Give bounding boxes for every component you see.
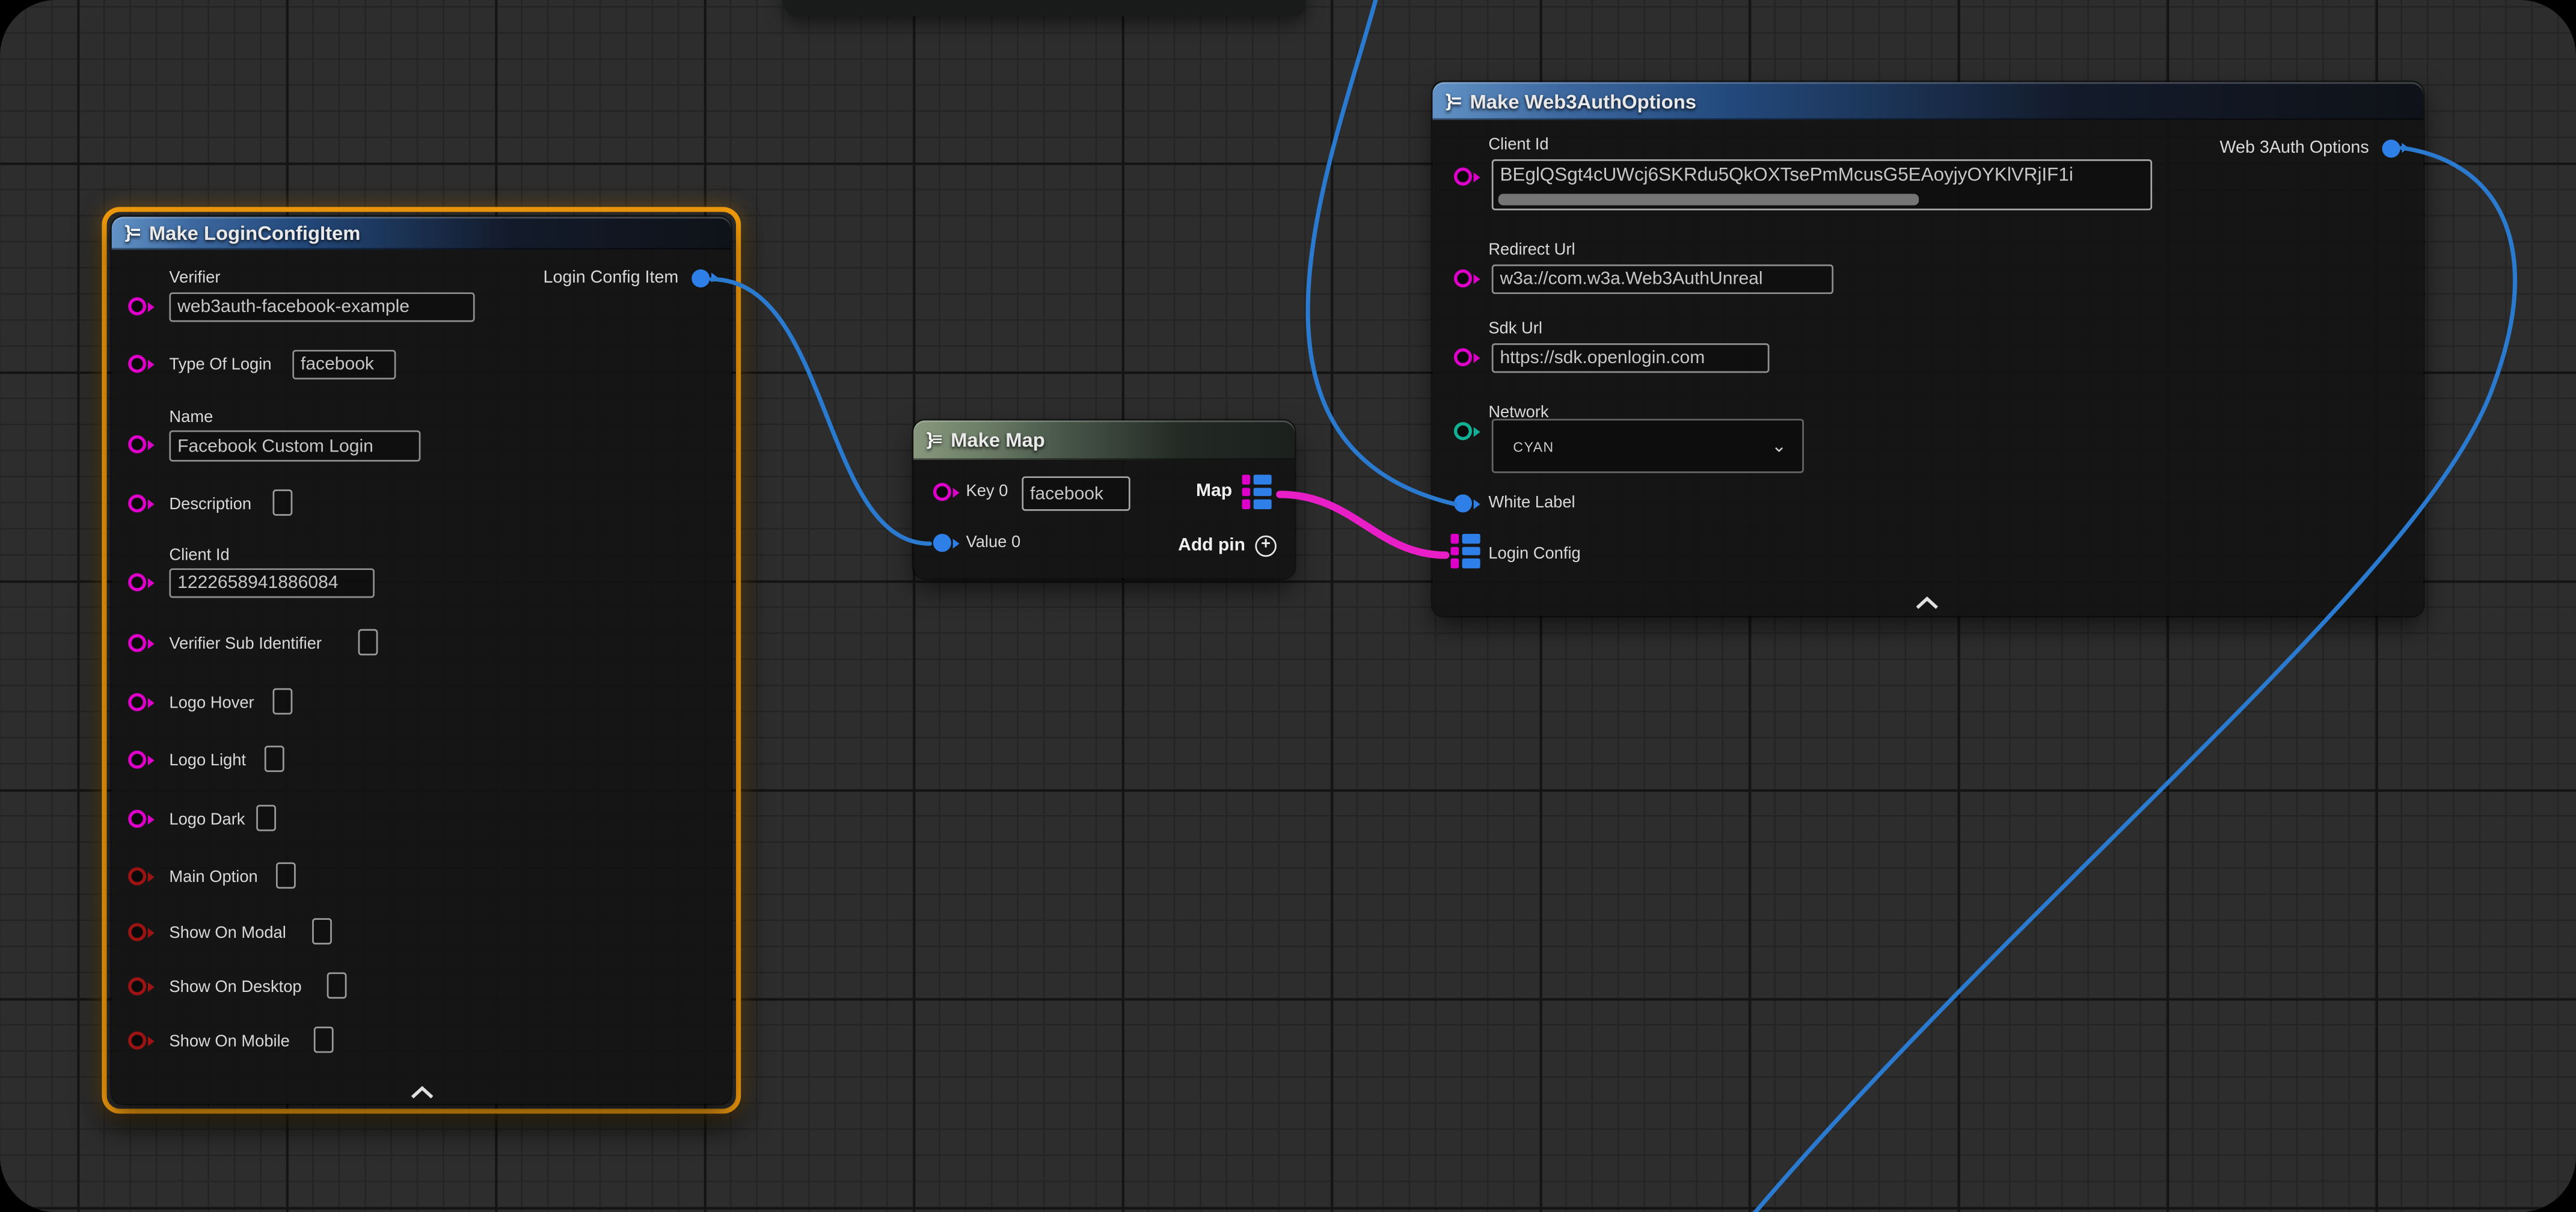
client-id-value: BEglQSgt4cUWcj6SKRdu5QkOXTsePmMcusG5EAoy…	[1500, 166, 2073, 186]
logo-light-field[interactable]	[265, 745, 284, 772]
map-output-pin[interactable]	[1242, 475, 1271, 509]
description-pin[interactable]	[128, 494, 155, 512]
logo-dark-field[interactable]	[256, 805, 276, 831]
show-on-desktop-checkbox[interactable]	[327, 972, 347, 999]
key-0-pin[interactable]	[933, 483, 960, 501]
description-field[interactable]	[273, 489, 293, 516]
show-on-modal-pin[interactable]	[128, 923, 155, 941]
verifier-sub-identifier-pin[interactable]	[128, 634, 155, 652]
value-0-pin[interactable]	[933, 534, 960, 552]
wire-login-config-item-to-value0[interactable]	[711, 279, 930, 543]
node-title: Make LoginConfigItem	[149, 222, 361, 245]
logo-dark-pin[interactable]	[128, 810, 155, 828]
login-config-pin[interactable]	[1450, 534, 1479, 568]
node-header[interactable]: }≡ Make Map	[913, 420, 1295, 460]
chevron-up-icon	[412, 1088, 432, 1097]
pin-label: Sdk Url	[1488, 319, 1542, 340]
show-on-modal-checkbox[interactable]	[312, 918, 332, 944]
collapse-node-button[interactable]	[411, 1077, 434, 1091]
chevron-down-icon: ⌄	[1771, 435, 1788, 457]
type-of-login-pin[interactable]	[128, 355, 155, 373]
pin-label: Show On Mobile	[169, 1032, 289, 1053]
pin-label: White Label	[1488, 493, 1575, 515]
add-pin-plus-icon: +	[1255, 534, 1277, 556]
name-pin[interactable]	[128, 435, 155, 453]
network-pin[interactable]	[1454, 422, 1480, 440]
sdk-url-pin[interactable]	[1454, 348, 1480, 366]
pin-label: Login Config	[1488, 543, 1580, 565]
add-pin-button[interactable]: Add pin +	[1178, 530, 1277, 560]
white-label-pin[interactable]	[1454, 494, 1480, 512]
logo-light-pin[interactable]	[128, 751, 155, 769]
node-make-web3authoptions[interactable]: }= Make Web3AuthOptions Web 3Auth Option…	[1432, 82, 2423, 616]
pin-label: Verifier Sub Identifier	[169, 634, 322, 656]
network-selected-value: CYAN	[1513, 438, 1554, 454]
field-scrollbar[interactable]	[1498, 194, 1919, 205]
verifier-field[interactable]: web3auth-facebook-example	[169, 292, 474, 322]
client-id-pin[interactable]	[128, 574, 155, 592]
node-header[interactable]: }= Make LoginConfigItem	[112, 217, 731, 250]
pin-label: Verifier	[169, 268, 220, 289]
logo-hover-field[interactable]	[273, 688, 293, 715]
pin-label: Client Id	[169, 545, 229, 567]
output-row: Login Config Item	[543, 261, 717, 294]
main-option-checkbox[interactable]	[276, 862, 296, 889]
pin-label: Logo Hover	[169, 693, 254, 715]
client-id-field[interactable]: 1222658941886084	[169, 568, 375, 598]
offscreen-node[interactable]	[784, 0, 1306, 16]
collapse-node-button[interactable]	[1916, 588, 1939, 601]
make-struct-icon: }=	[1446, 91, 1460, 111]
output-pin-label: Login Config Item	[543, 268, 678, 287]
type-of-login-field[interactable]: facebook	[292, 350, 396, 379]
pin-label: Description	[169, 494, 251, 516]
redirect-url-pin[interactable]	[1454, 269, 1480, 287]
pin-label: Name	[169, 408, 213, 429]
pin-label: Client Id	[1488, 135, 1548, 156]
main-option-pin[interactable]	[128, 868, 155, 886]
pin-label: Key 0	[966, 482, 1008, 503]
verifier-sub-identifier-field[interactable]	[358, 629, 378, 655]
pin-label: Show On Desktop	[169, 978, 301, 999]
pin-label: Show On Modal	[169, 923, 286, 944]
verifier-pin[interactable]	[128, 298, 155, 316]
blueprint-graph-canvas[interactable]: }= Make LoginConfigItem Login Config Ite…	[0, 0, 2576, 1212]
name-field[interactable]: Facebook Custom Login	[169, 430, 420, 462]
pin-label: Type Of Login	[169, 355, 271, 376]
network-dropdown[interactable]: CYAN ⌄	[1492, 419, 1804, 473]
show-on-mobile-pin[interactable]	[128, 1032, 155, 1050]
node-header[interactable]: }= Make Web3AuthOptions	[1432, 82, 2423, 120]
make-struct-icon: }=	[125, 224, 140, 243]
pin-label: Logo Dark	[169, 810, 245, 831]
redirect-url-field[interactable]: w3a://com.w3a.Web3AuthUnreal	[1492, 265, 1833, 294]
pin-label: Main Option	[169, 868, 257, 889]
node-title: Make Web3AuthOptions	[1470, 90, 1696, 112]
show-on-mobile-checkbox[interactable]	[314, 1027, 334, 1053]
logo-hover-pin[interactable]	[128, 693, 155, 711]
output-row: Web 3Auth Options	[2219, 132, 2408, 165]
show-on-desktop-pin[interactable]	[128, 978, 155, 996]
chevron-up-icon	[1917, 599, 1937, 608]
web3auth-options-output-pin[interactable]	[2382, 139, 2409, 157]
pin-label: Logo Light	[169, 751, 246, 773]
map-output-label: Map	[1196, 482, 1232, 501]
node-make-loginconfigitem[interactable]: }= Make LoginConfigItem Login Config Ite…	[112, 217, 731, 1104]
client-id-pin[interactable]	[1454, 168, 1480, 186]
add-pin-label: Add pin	[1178, 536, 1245, 556]
client-id-field[interactable]: BEglQSgt4cUWcj6SKRdu5QkOXTsePmMcusG5EAoy…	[1492, 159, 2152, 210]
sdk-url-field[interactable]: https://sdk.openlogin.com	[1492, 343, 1770, 373]
wire-map-to-login-config[interactable]	[1280, 494, 1446, 555]
node-make-map[interactable]: }≡ Make Map Key 0 facebook Map Value 0 A…	[913, 420, 1295, 578]
pin-label: Value 0	[966, 532, 1020, 554]
node-title: Make Map	[951, 429, 1045, 451]
output-pin-label: Web 3Auth Options	[2219, 138, 2369, 158]
key-0-field[interactable]: facebook	[1022, 476, 1130, 510]
login-config-item-output-pin[interactable]	[692, 269, 718, 287]
pin-label: Redirect Url	[1488, 240, 1575, 262]
make-map-icon: }≡	[927, 430, 941, 450]
